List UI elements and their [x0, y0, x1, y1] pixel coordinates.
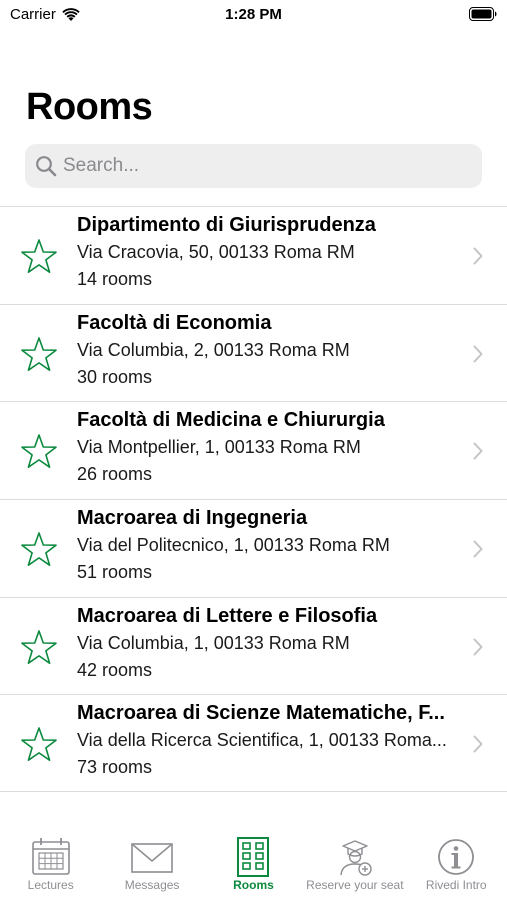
- rooms-list: Dipartimento di Giurisprudenza Via Craco…: [0, 206, 507, 793]
- chevron-right-icon: [473, 247, 483, 265]
- room-count: 26 rooms: [77, 464, 153, 485]
- list-item[interactable]: Macroarea di Scienze Matematiche, F... V…: [0, 694, 507, 793]
- room-address: Via Columbia, 2, 00133 Roma RM: [77, 339, 350, 360]
- room-name: Facoltà di Economia: [77, 311, 272, 334]
- star-outline-icon[interactable]: [20, 336, 58, 373]
- chevron-right-icon: [473, 345, 483, 363]
- room-name: Macroarea di Lettere e Filosofia: [77, 604, 378, 627]
- room-address: Via Cracovia, 50, 00133 Roma RM: [77, 242, 355, 262]
- tab-label: Messages: [124, 878, 180, 892]
- room-address: Via della Ricerca Scientifica, 1, 00133 …: [77, 730, 447, 751]
- room-address: Via del Politecnico, 1, 00133 Roma RM: [77, 535, 390, 556]
- room-address: Via Columbia, 1, 00133 Roma RM: [77, 632, 350, 653]
- list-item[interactable]: Macroarea di Lettere e Filosofia Via Col…: [0, 596, 507, 695]
- room-name: Macroarea di Ingegneria: [77, 507, 308, 530]
- room-count: 73 rooms: [77, 757, 153, 778]
- room-count: 42 rooms: [77, 659, 153, 680]
- status-time: 1:28 PM: [225, 6, 282, 23]
- room-address: Via Montpellier, 1, 00133 Roma RM: [77, 437, 361, 458]
- list-item[interactable]: Dipartimento di Giurisprudenza Via Craco…: [0, 206, 507, 304]
- tab-label: Lectures: [27, 878, 74, 892]
- room-name: Facoltà di Medicina e Chiururgia: [77, 409, 385, 432]
- status-bar: Carrier 1:28 PM: [0, 0, 507, 30]
- tab-lectures[interactable]: Lectures: [0, 836, 101, 900]
- chevron-right-icon: [473, 638, 483, 656]
- room-name: Dipartimento di Giurisprudenza: [77, 214, 376, 236]
- tab-bar: Lectures Messages Rooms Reserve your sea…: [0, 836, 507, 900]
- room-count: 14 rooms: [77, 269, 153, 289]
- chevron-right-icon: [473, 442, 483, 460]
- building-icon: [237, 837, 270, 877]
- student-add-icon: [340, 840, 372, 876]
- room-count: 30 rooms: [77, 366, 153, 387]
- tab-reserve-seat[interactable]: Reserve your seat: [304, 836, 405, 900]
- search-input[interactable]: [63, 155, 463, 177]
- tab-messages[interactable]: Messages: [101, 836, 202, 900]
- tab-label: Rivedi Intro: [425, 878, 487, 892]
- star-outline-icon[interactable]: [20, 629, 58, 666]
- star-outline-icon[interactable]: [20, 726, 58, 763]
- search-icon: [36, 156, 57, 177]
- tab-label: Reserve your seat: [306, 878, 404, 892]
- calendar-icon: [31, 838, 70, 875]
- list-item[interactable]: Facoltà di Economia Via Columbia, 2, 001…: [0, 303, 507, 402]
- chevron-right-icon: [473, 540, 483, 558]
- tab-rooms[interactable]: Rooms: [203, 836, 304, 900]
- info-icon: [438, 839, 475, 875]
- star-outline-icon[interactable]: [20, 238, 58, 275]
- battery-icon: [469, 7, 497, 21]
- list-item[interactable]: Macroarea di Ingegneria Via del Politecn…: [0, 499, 507, 597]
- page-title: Rooms: [26, 86, 153, 128]
- room-name: Macroarea di Scienze Matematiche, F...: [77, 702, 445, 725]
- room-count: 51 rooms: [77, 562, 153, 583]
- envelope-icon: [131, 843, 173, 873]
- tab-label: Rooms: [233, 878, 274, 892]
- tab-rivedi-intro[interactable]: Rivedi Intro: [406, 836, 507, 900]
- star-outline-icon[interactable]: [20, 433, 58, 470]
- search-bar[interactable]: [25, 144, 482, 188]
- star-outline-icon[interactable]: [20, 531, 58, 568]
- list-item[interactable]: Facoltà di Medicina e Chiururgia Via Mon…: [0, 401, 507, 499]
- chevron-right-icon: [473, 735, 483, 753]
